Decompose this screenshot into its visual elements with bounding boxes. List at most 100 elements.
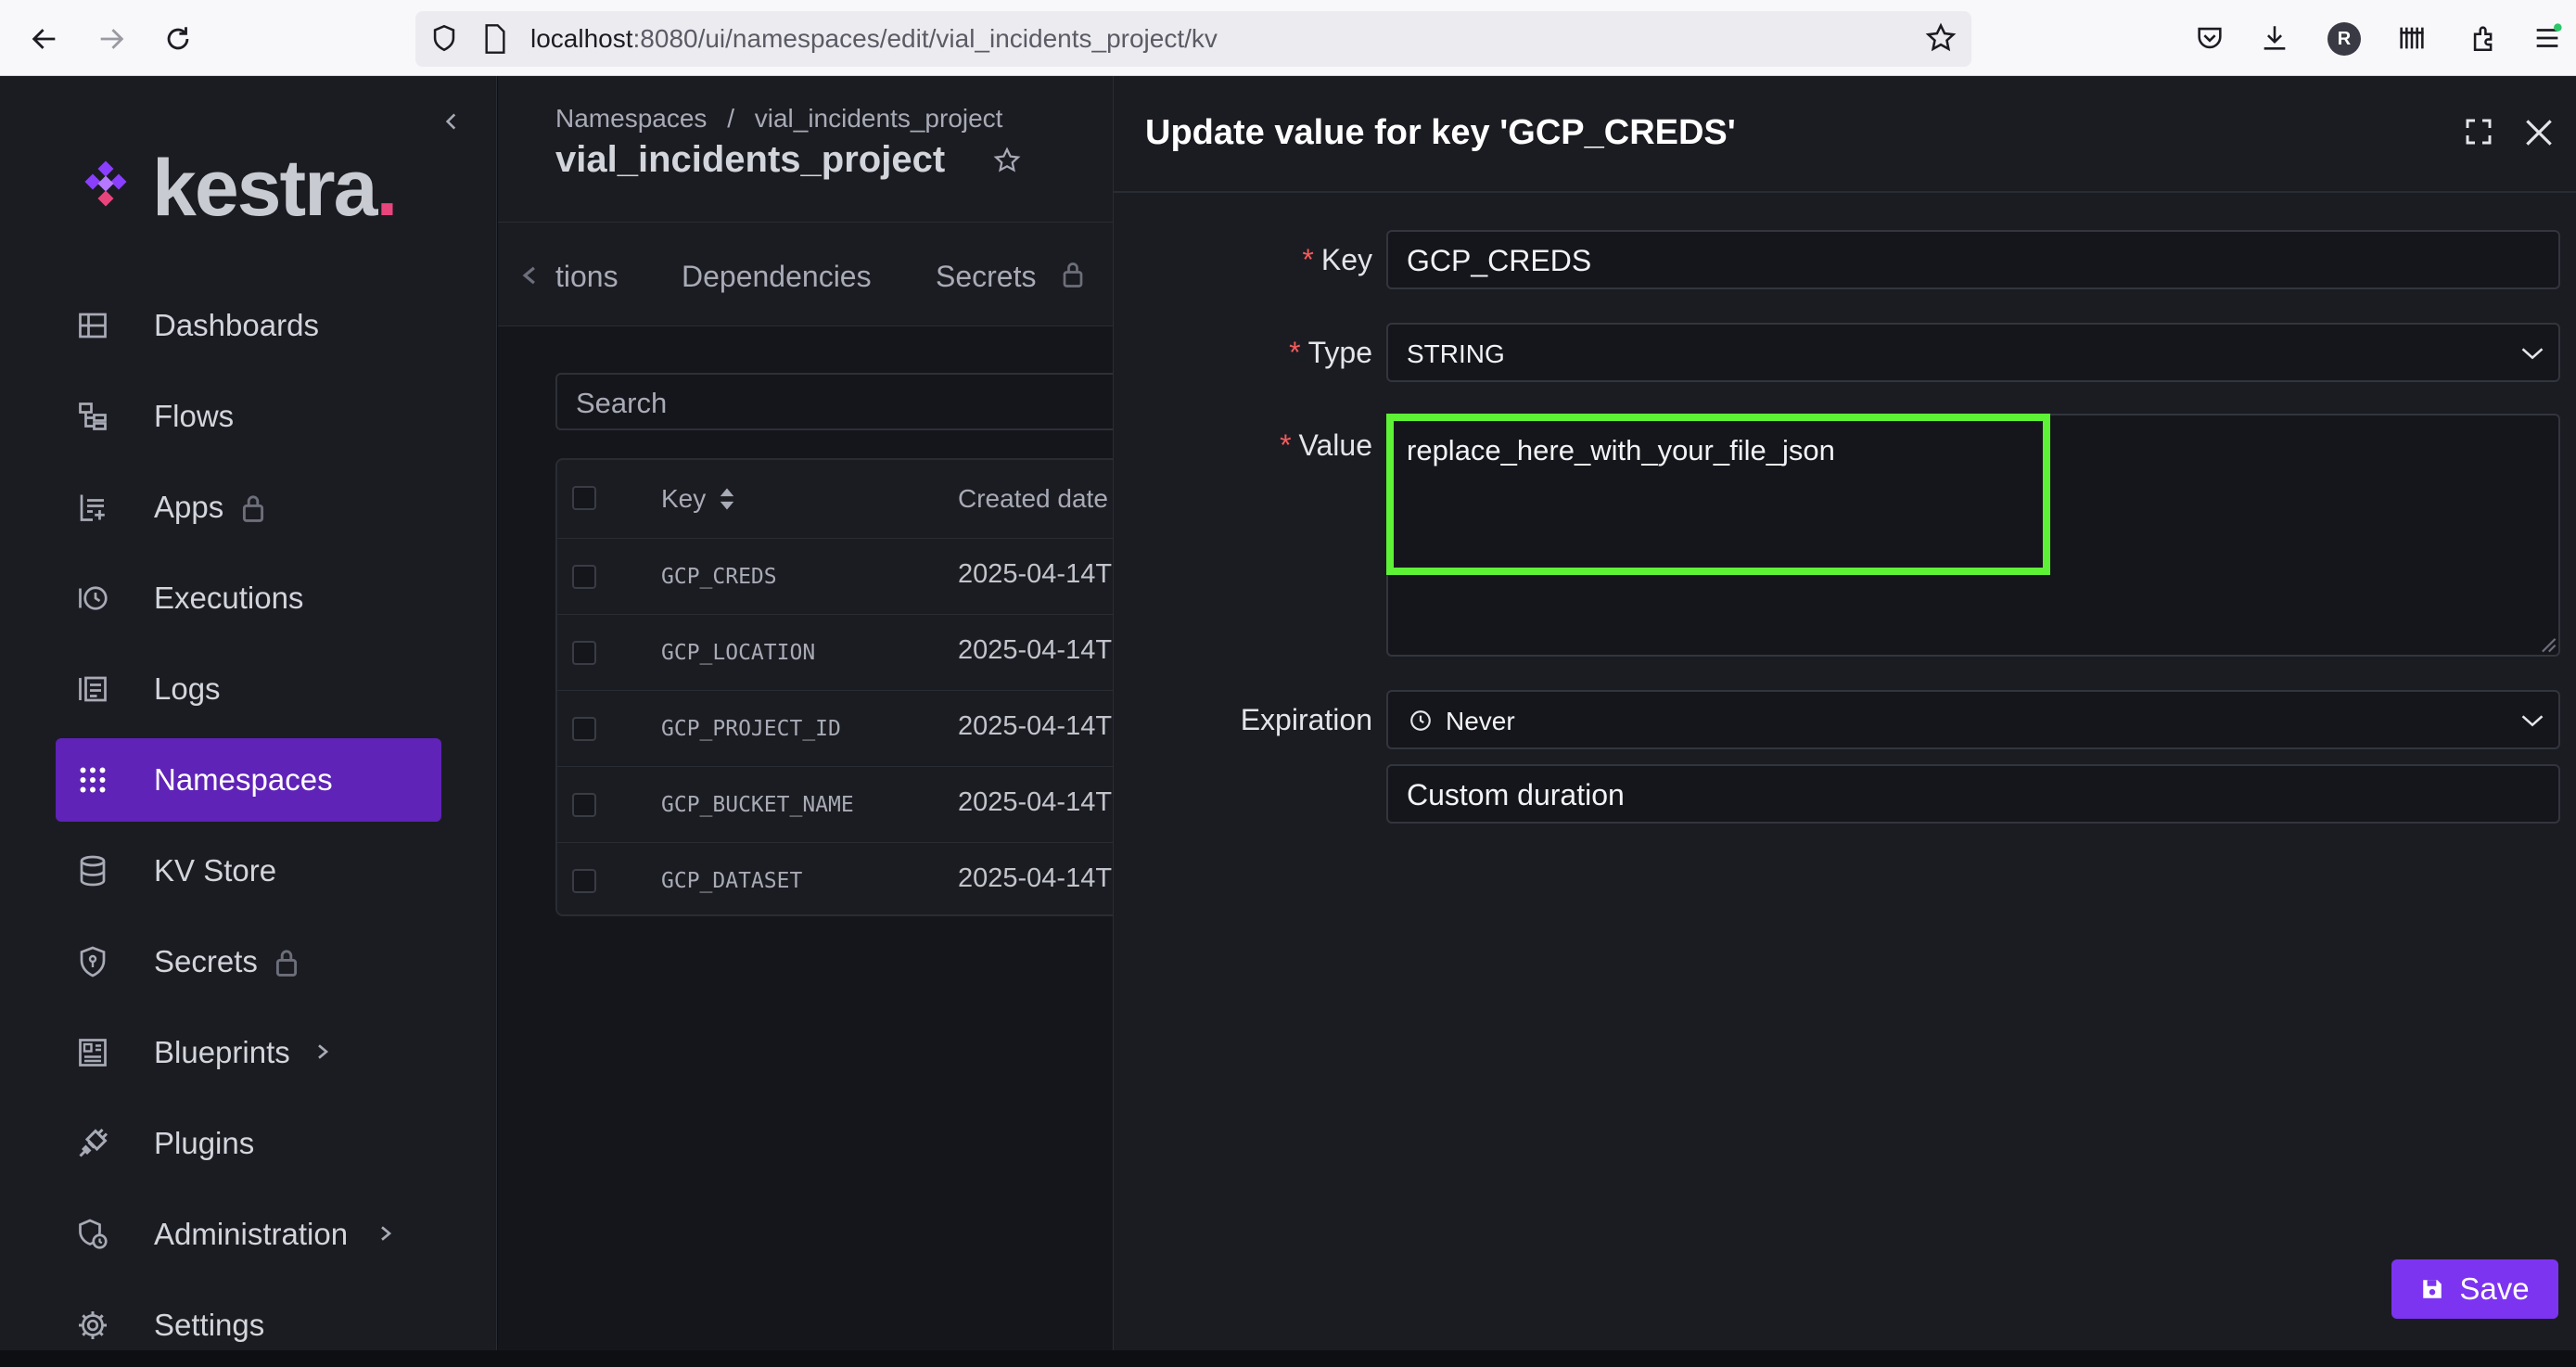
type-value: STRING xyxy=(1407,339,1505,368)
row-checkbox[interactable] xyxy=(572,641,596,665)
sidebar-item-logs[interactable]: Logs xyxy=(56,647,441,731)
chevron-left-icon xyxy=(522,266,535,285)
sidebar-item-label: Dashboards xyxy=(154,308,319,342)
sidebar-item-plugins[interactable]: Plugins xyxy=(56,1102,441,1185)
collapse-sidebar-button[interactable] xyxy=(440,109,464,134)
sidebar-item-label: Logs xyxy=(154,671,221,706)
back-button[interactable] xyxy=(26,20,63,57)
custom-duration-text: Custom duration xyxy=(1407,778,1625,811)
sidebar-item-label: Plugins xyxy=(154,1126,255,1160)
column-header-created[interactable]: Created date xyxy=(958,460,1108,538)
column-header-key[interactable]: Key xyxy=(661,460,735,538)
bookmark-star-icon[interactable] xyxy=(1925,22,1958,56)
fullscreen-button[interactable] xyxy=(2464,117,2497,150)
page-header: Namespaces / vial_incidents_project vial… xyxy=(498,76,1113,223)
sidebar-item-executions[interactable]: Executions xyxy=(56,556,441,640)
favorite-star-icon[interactable] xyxy=(993,147,1021,174)
key-label: * Key xyxy=(1302,243,1372,277)
value-label-text: Value xyxy=(1298,428,1372,462)
row-key: GCP_DATASET xyxy=(661,869,803,893)
arrow-right-icon xyxy=(100,29,124,49)
extensions-icon[interactable] xyxy=(2468,22,2502,56)
tabs-scroll-left-button[interactable] xyxy=(520,263,541,287)
close-button[interactable] xyxy=(2521,115,2558,152)
row-checkbox[interactable] xyxy=(572,717,596,741)
reload-button[interactable] xyxy=(159,20,197,57)
sidebar: kestra. Dashboards Flows Apps Executions… xyxy=(0,76,497,1350)
sidebar-item-dashboards[interactable]: Dashboards xyxy=(56,284,441,367)
logs-icon xyxy=(79,676,107,702)
row-checkbox[interactable] xyxy=(572,869,596,893)
table-row[interactable]: GCP_BUCKET_NAME 2025-04-14T xyxy=(557,766,1113,842)
sidebar-item-label: Flows xyxy=(154,399,235,433)
tracking-shield-icon[interactable] xyxy=(428,22,462,56)
sidebar-item-apps[interactable]: Apps xyxy=(56,466,441,549)
breadcrumb-namespaces[interactable]: Namespaces xyxy=(555,104,707,133)
sidebar-item-label: Namespaces xyxy=(154,762,333,797)
table-row[interactable]: GCP_CREDS 2025-04-14T xyxy=(557,538,1113,614)
select-all-checkbox[interactable] xyxy=(572,486,596,510)
lock-icon xyxy=(275,950,298,977)
admin-icon xyxy=(79,1219,108,1249)
kestra-logo: kestra. xyxy=(152,148,398,228)
row-created: 2025-04-14T xyxy=(958,863,1113,893)
menu-icon[interactable] xyxy=(2531,22,2565,56)
tab-secrets[interactable]: Secrets xyxy=(936,260,1036,294)
chevron-left-icon xyxy=(445,113,456,130)
forward-button[interactable] xyxy=(93,20,130,57)
executions-icon xyxy=(79,586,108,610)
chevron-down-icon xyxy=(2521,715,2544,727)
url-text[interactable]: localhost:8080/ui/namespaces/edit/vial_i… xyxy=(530,24,1218,54)
sidebar-item-settings[interactable]: Settings xyxy=(56,1284,441,1367)
row-checkbox[interactable] xyxy=(572,793,596,817)
namespaces-icon xyxy=(80,767,106,793)
apps-icon xyxy=(80,494,105,521)
tab-revisions[interactable]: tions xyxy=(555,260,618,294)
download-icon[interactable] xyxy=(2259,22,2292,56)
sidebar-item-label: KV Store xyxy=(154,853,277,888)
page-info-icon[interactable] xyxy=(482,24,510,56)
search-input[interactable]: Search xyxy=(555,373,1113,430)
required-mark: * xyxy=(1302,243,1314,276)
library-icon[interactable] xyxy=(2396,22,2429,56)
save-button[interactable]: Save xyxy=(2391,1259,2558,1319)
sidebar-item-label: Apps xyxy=(154,490,224,524)
custom-duration-input[interactable]: Custom duration xyxy=(1386,764,2560,824)
table-row[interactable]: GCP_LOCATION 2025-04-14T xyxy=(557,614,1113,690)
breadcrumb-current[interactable]: vial_incidents_project xyxy=(755,104,1003,133)
arrow-left-icon xyxy=(32,29,56,49)
drawer-header: Update value for key 'GCP_CREDS' xyxy=(1114,76,2576,193)
sidebar-item-blueprints[interactable]: Blueprints xyxy=(56,1011,441,1094)
profile-avatar[interactable]: R xyxy=(2327,22,2361,56)
expiration-select[interactable]: Never xyxy=(1386,690,2560,749)
sidebar-item-secrets[interactable]: Secrets xyxy=(56,920,441,1003)
table-row[interactable]: GCP_DATASET 2025-04-14T xyxy=(557,842,1113,914)
sidebar-item-namespaces[interactable]: Namespaces xyxy=(56,738,441,822)
main-content: Namespaces / vial_incidents_project vial… xyxy=(498,76,1113,1350)
table-row[interactable]: GCP_PROJECT_ID 2025-04-14T xyxy=(557,690,1113,766)
sort-icon xyxy=(721,488,734,510)
key-field[interactable]: GCP_CREDS xyxy=(1386,230,2560,289)
row-key: GCP_LOCATION xyxy=(661,641,816,665)
url-host: localhost xyxy=(530,24,633,53)
sidebar-item-label: Blueprints xyxy=(154,1035,290,1069)
row-created: 2025-04-14T xyxy=(958,635,1113,665)
tab-dependencies[interactable]: Dependencies xyxy=(682,260,872,294)
sidebar-item-label: Executions xyxy=(154,581,304,615)
row-created: 2025-04-14T xyxy=(958,787,1113,817)
sidebar-item-administration[interactable]: Administration xyxy=(56,1193,441,1276)
row-checkbox[interactable] xyxy=(572,565,596,589)
row-key: GCP_PROJECT_ID xyxy=(661,717,841,741)
sidebar-item-kv-store[interactable]: KV Store xyxy=(56,829,441,913)
close-icon xyxy=(2526,120,2552,146)
row-key: GCP_BUCKET_NAME xyxy=(661,793,854,817)
type-select[interactable]: STRING xyxy=(1386,323,2560,382)
type-label: * Type xyxy=(1289,336,1372,370)
pocket-icon[interactable] xyxy=(2194,22,2227,56)
floppy-disk-icon xyxy=(2423,1280,2442,1298)
sidebar-item-flows[interactable]: Flows xyxy=(56,375,441,458)
resize-handle-icon[interactable] xyxy=(2536,632,2557,653)
required-mark: * xyxy=(1280,428,1292,462)
lock-icon xyxy=(242,495,264,522)
breadcrumb: Namespaces / vial_incidents_project xyxy=(555,104,1002,134)
